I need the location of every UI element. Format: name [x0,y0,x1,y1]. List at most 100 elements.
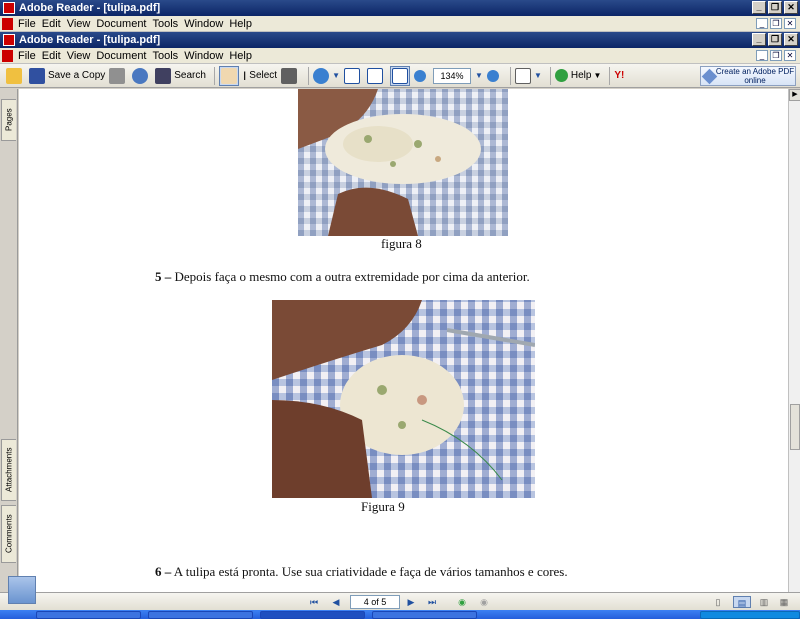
minimize-button[interactable]: _ [752,1,766,14]
single-page-layout-button[interactable]: ▯ [712,596,724,608]
fit-page-button[interactable] [367,66,386,86]
facing-layout-button[interactable]: ▥ [758,596,770,608]
inner-menu-document[interactable]: Document [96,50,152,62]
last-page-button[interactable]: ⏭ [426,596,438,608]
zoom-in-button[interactable] [486,66,502,86]
zoom-dropdown[interactable]: ▼ [475,66,483,86]
inner-menu-edit[interactable]: Edit [42,50,67,62]
doc-minimize-button[interactable]: _ [756,18,768,29]
first-page-button[interactable]: ⏮ [308,596,320,608]
printer-icon [109,67,126,84]
taskbar-item-active[interactable] [260,611,365,619]
tab-pages[interactable]: Pages [1,99,16,141]
chevron-down-icon: ▼ [593,71,602,80]
menu-help[interactable]: Help [229,18,258,30]
scroll-up-arrow[interactable]: ▶ [789,89,800,101]
restore-button[interactable]: ❐ [768,1,782,14]
plus-circle-icon [486,69,499,82]
zoom-level-input[interactable]: 134% [433,67,472,84]
outer-menu-bar: File Edit View Document Tools Window Hel… [0,16,800,32]
help-label: Help [570,70,592,81]
adobe-reader-icon-inner [3,34,15,46]
next-page-button[interactable]: ▶ [405,596,417,608]
yahoo-icon: Y! [614,70,625,81]
inner-doc-restore-button[interactable]: ❐ [770,50,782,61]
print-button[interactable] [109,66,128,86]
inner-menu-help[interactable]: Help [229,50,258,62]
help-icon [554,69,568,82]
search-label: Search [174,70,206,81]
page-navigation-bar: ⏮ ◀ 4 of 5 ▶ ⏭ ◉ ◉ ▯ ▤ ▥ ▦ [0,592,800,610]
scroll-thumb[interactable] [790,404,800,450]
continuous-facing-layout-button[interactable]: ▦ [778,596,790,608]
inner-doc-close-button[interactable]: ✕ [784,50,796,61]
yahoo-button[interactable]: Y! [614,66,624,86]
menu-view[interactable]: View [67,18,97,30]
outer-title-bar: Adobe Reader - [tulipa.pdf] _ ❐ ✕ [0,0,800,16]
taskbar-item[interactable] [372,611,477,619]
toolbar-separator [549,66,551,85]
menu-tools[interactable]: Tools [153,18,185,30]
figure-8-caption: figura 8 [381,236,422,251]
menu-file[interactable]: File [18,18,42,30]
toolbar-separator [213,66,215,85]
inner-menu-tools[interactable]: Tools [153,50,185,62]
vertical-scrollbar[interactable]: ▶ [788,89,800,592]
inner-doc-minimize-button[interactable]: _ [756,50,768,61]
inner-menu-file[interactable]: File [18,50,42,62]
step-5-paragraph: 5 – Depois faça o mesmo com a outra extr… [155,269,530,285]
chevron-down-icon: ▼ [332,71,341,80]
continuous-layout-button[interactable]: ▤ [733,596,751,608]
page-number-input[interactable]: 4 of 5 [350,595,400,609]
create-pdf-online-button[interactable]: Create an Adobe PDF online [700,66,796,86]
text-cursor-icon: I [242,68,247,83]
fit-page-icon [367,67,384,84]
select-label: Select [249,70,278,81]
taskbar-item[interactable] [148,611,253,619]
go-back-button[interactable]: ◉ [456,596,468,608]
actual-size-icon [344,67,361,84]
menu-window[interactable]: Window [184,18,229,30]
save-copy-label: Save a Copy [48,70,106,81]
actual-size-button[interactable] [344,66,363,86]
open-button[interactable] [6,66,25,86]
search-button[interactable]: Search [155,66,206,86]
inner-title-bar: Adobe Reader - [tulipa.pdf] _ ❐ ✕ [0,32,800,48]
tab-comments-label: Comments [4,514,14,554]
inner-menu-window[interactable]: Window [184,50,229,62]
menu-document[interactable]: Document [96,18,152,30]
document-page[interactable]: figura 8 5 – Depois faça o mesmo com a o… [19,89,788,592]
adobe-reader-icon [3,2,15,14]
go-forward-button[interactable]: ◉ [478,596,490,608]
inner-window-title: Adobe Reader - [tulipa.pdf] [19,34,161,46]
doc-close-button[interactable]: ✕ [784,18,796,29]
fit-width-button[interactable] [390,65,411,86]
zoom-in-tool-button[interactable]: ▼ [313,66,340,86]
snapshot-button[interactable] [281,66,300,86]
globe-email-icon [132,67,149,84]
save-copy-button[interactable]: Save a Copy [29,66,105,86]
hand-tool-button[interactable] [218,65,239,86]
pdf-doc-icon [2,17,13,30]
help-button[interactable]: Help ▼ [554,66,602,86]
inner-restore-button[interactable]: ❐ [768,33,782,46]
tab-attachments[interactable]: Attachments [1,439,16,501]
inner-menu-view[interactable]: View [67,50,97,62]
doc-restore-button[interactable]: ❐ [770,18,782,29]
select-tool-button[interactable]: I Select [243,66,277,86]
figure-9-caption: Figura 9 [361,499,405,514]
pdf-doc-icon-inner [2,49,13,62]
tab-comments[interactable]: Comments [1,505,16,563]
navigation-panel: Pages Attachments Comments [0,89,18,592]
rotate-view-button[interactable]: ▼ [514,66,542,86]
taskbar-item[interactable] [36,611,141,619]
thumbnail-overlay-icon[interactable] [8,576,36,604]
menu-edit[interactable]: Edit [42,18,67,30]
previous-page-button[interactable]: ◀ [330,596,342,608]
close-button[interactable]: ✕ [784,1,798,14]
figure-8-illustration [298,89,481,236]
inner-minimize-button[interactable]: _ [752,33,766,46]
inner-close-button[interactable]: ✕ [784,33,798,46]
email-button[interactable] [132,66,151,86]
zoom-out-button[interactable] [414,66,429,86]
